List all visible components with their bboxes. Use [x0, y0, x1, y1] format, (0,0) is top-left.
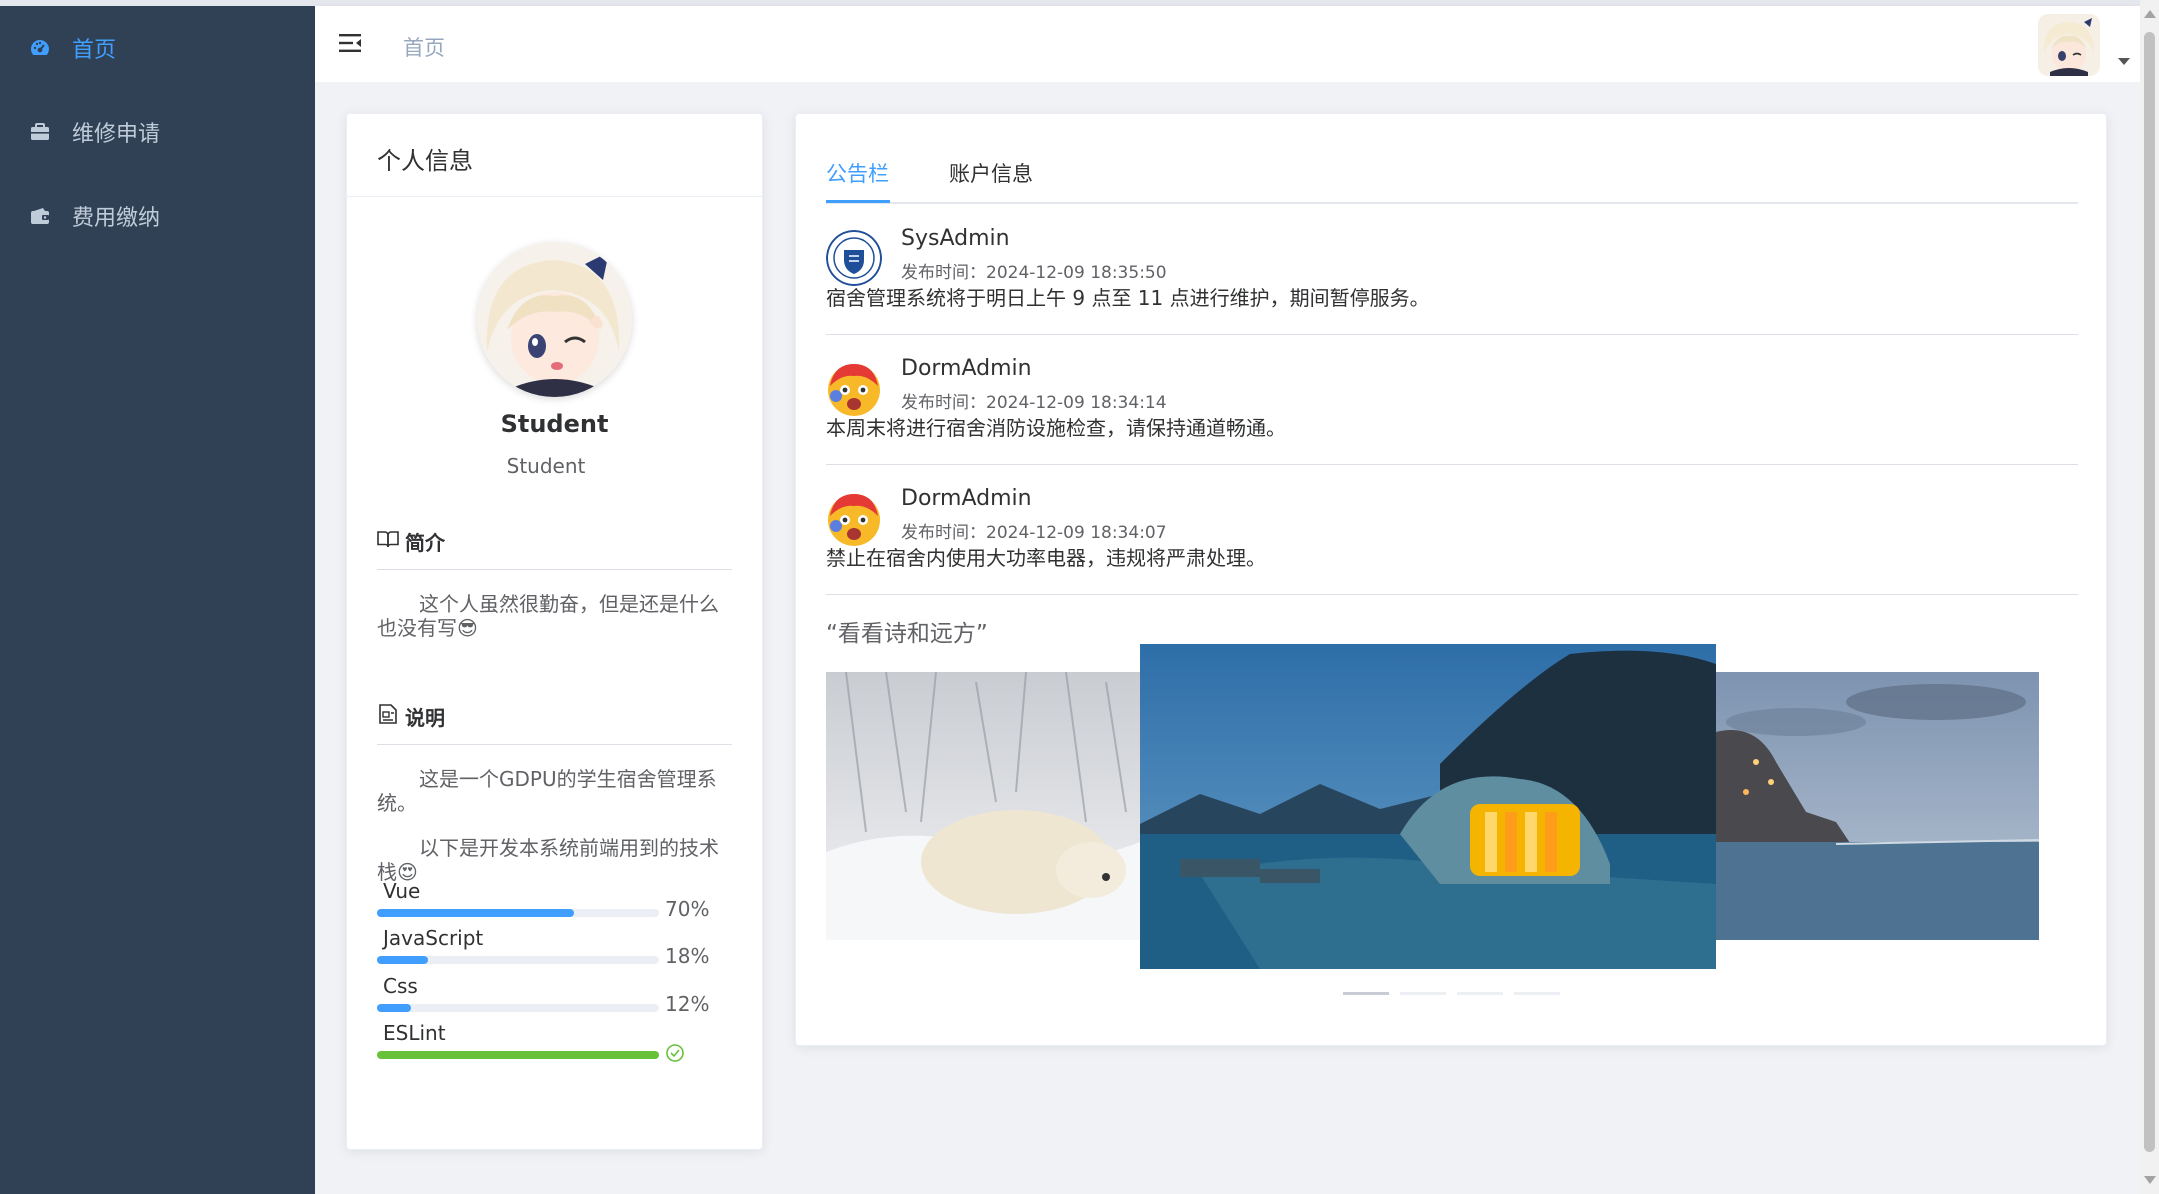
sidebar: 首页 维修申请 费用缴纳: [0, 6, 315, 1194]
skill-percent: 70%: [665, 897, 710, 921]
sidebar-item-payment[interactable]: 费用缴纳: [0, 174, 315, 258]
post-time: 发布时间：2024-12-09 18:35:50: [901, 263, 1167, 283]
post-time: 发布时间：2024-12-09 18:34:14: [901, 393, 1167, 413]
desc-text-2: 以下是开发本系统前端用到的技术栈😍: [377, 836, 719, 884]
skill-name: ESLint: [383, 1021, 446, 1045]
post-author: DormAdmin: [901, 486, 1032, 511]
carousel-indicator[interactable]: [1457, 992, 1503, 995]
carousel-indicator[interactable]: [1514, 992, 1560, 995]
chevron-down-icon[interactable]: [2118, 58, 2130, 65]
profile-card: 个人信息 Student Student 简介 这个人虽然很勤奋，但是还是什么也…: [346, 113, 763, 1150]
scrollbar-thumb[interactable]: [2144, 32, 2155, 1152]
divider: [377, 569, 732, 570]
post-text: 本周末将进行宿舍消防设施检查，请保持通道畅通。: [826, 416, 1286, 440]
carousel-slide-fjord[interactable]: [1140, 644, 1716, 969]
skill-progress-bar: [377, 956, 659, 964]
sidebar-item-label: 维修申请: [72, 122, 161, 147]
announcement-item: DormAdmin 发布时间：2024-12-09 18:34:14 本周末将进…: [826, 334, 2078, 465]
profile-name: Student: [500, 410, 609, 438]
sidebar-item-label: 费用缴纳: [72, 206, 161, 231]
post-time: 发布时间：2024-12-09 18:34:07: [901, 523, 1167, 543]
announcement-item: DormAdmin 发布时间：2024-12-09 18:34:07 禁止在宿舍…: [826, 464, 2078, 595]
emoji-face-icon: [826, 490, 882, 546]
profile-card-header: 个人信息: [347, 114, 762, 197]
scroll-down-arrow-icon[interactable]: [2144, 1176, 2156, 1184]
document-icon: [377, 703, 399, 730]
intro-section-title: 简介: [377, 527, 445, 556]
carousel-indicator[interactable]: [1400, 992, 1446, 995]
user-avatar[interactable]: [2038, 14, 2100, 76]
intro-text: 这个人虽然很勤奋，但是还是什么也没有写😎: [377, 592, 719, 640]
post-author: SysAdmin: [901, 226, 1010, 251]
skill-name: Css: [383, 974, 418, 998]
announcement-item: SysAdmin 发布时间：2024-12-09 18:35:50 宿舍管理系统…: [826, 204, 2078, 335]
scroll-up-arrow-icon[interactable]: [2144, 10, 2156, 18]
post-text: 宿舍管理系统将于明日上午 9 点至 11 点进行维护，期间暂停服务。: [826, 286, 1430, 310]
desc-section-title: 说明: [377, 702, 445, 731]
carousel-title: “看看诗和远方”: [826, 621, 988, 647]
top-navbar: 首页: [315, 6, 2140, 82]
skill-progress-bar: [377, 1051, 659, 1059]
profile-avatar: [477, 242, 632, 397]
page-scrollbar[interactable]: [2140, 0, 2159, 1194]
profile-card-title: 个人信息: [377, 147, 473, 175]
tab-active-indicator: [826, 200, 890, 203]
skill-progress-fill: [377, 1051, 659, 1059]
tab-announcements[interactable]: 公告栏: [826, 158, 889, 188]
emoji-face-icon: [826, 360, 882, 416]
sidebar-item-home[interactable]: 首页: [0, 6, 315, 90]
menu-fold-icon[interactable]: [337, 30, 363, 56]
post-text: 禁止在宿舍内使用大功率电器，违规将严肃处理。: [826, 546, 1266, 570]
sidebar-item-repair[interactable]: 维修申请: [0, 90, 315, 174]
tab-bar: 公告栏 账户信息: [826, 158, 2078, 204]
skill-progress-bar: [377, 1004, 659, 1012]
skill-name: Vue: [383, 879, 421, 903]
intro-title: 简介: [405, 531, 445, 555]
carousel-slide-polar-bear[interactable]: [826, 672, 1140, 940]
notice-card: 公告栏 账户信息 SysAdmin 发布时间：2024-12-09 18:35:…: [795, 113, 2107, 1046]
desc-title: 说明: [405, 706, 445, 730]
university-seal-icon: [826, 230, 882, 286]
wallet-icon: [28, 204, 52, 228]
briefcase-icon: [28, 120, 52, 144]
post-author: DormAdmin: [901, 356, 1032, 381]
skill-percent: 12%: [665, 992, 710, 1016]
check-circle-icon: [665, 1043, 685, 1068]
profile-role: Student: [506, 454, 586, 478]
skill-progress-fill: [377, 956, 428, 964]
skill-progress-fill: [377, 909, 575, 917]
skill-progress-fill: [377, 1004, 411, 1012]
divider: [377, 744, 732, 745]
skill-progress-bar: [377, 909, 659, 917]
breadcrumb: 首页: [403, 36, 445, 60]
carousel-indicator[interactable]: [1343, 992, 1389, 995]
skill-name: JavaScript: [383, 926, 484, 950]
desc-text-1: 这是一个GDPU的学生宿舍管理系统。: [377, 767, 717, 815]
book-icon: [377, 529, 399, 554]
sidebar-item-label: 首页: [72, 38, 117, 63]
dashboard-icon: [28, 36, 52, 60]
carousel-slide-coast[interactable]: [1716, 672, 2039, 940]
tab-account-info[interactable]: 账户信息: [949, 158, 1033, 188]
image-carousel[interactable]: [826, 644, 2078, 989]
skill-percent: 18%: [665, 944, 710, 968]
